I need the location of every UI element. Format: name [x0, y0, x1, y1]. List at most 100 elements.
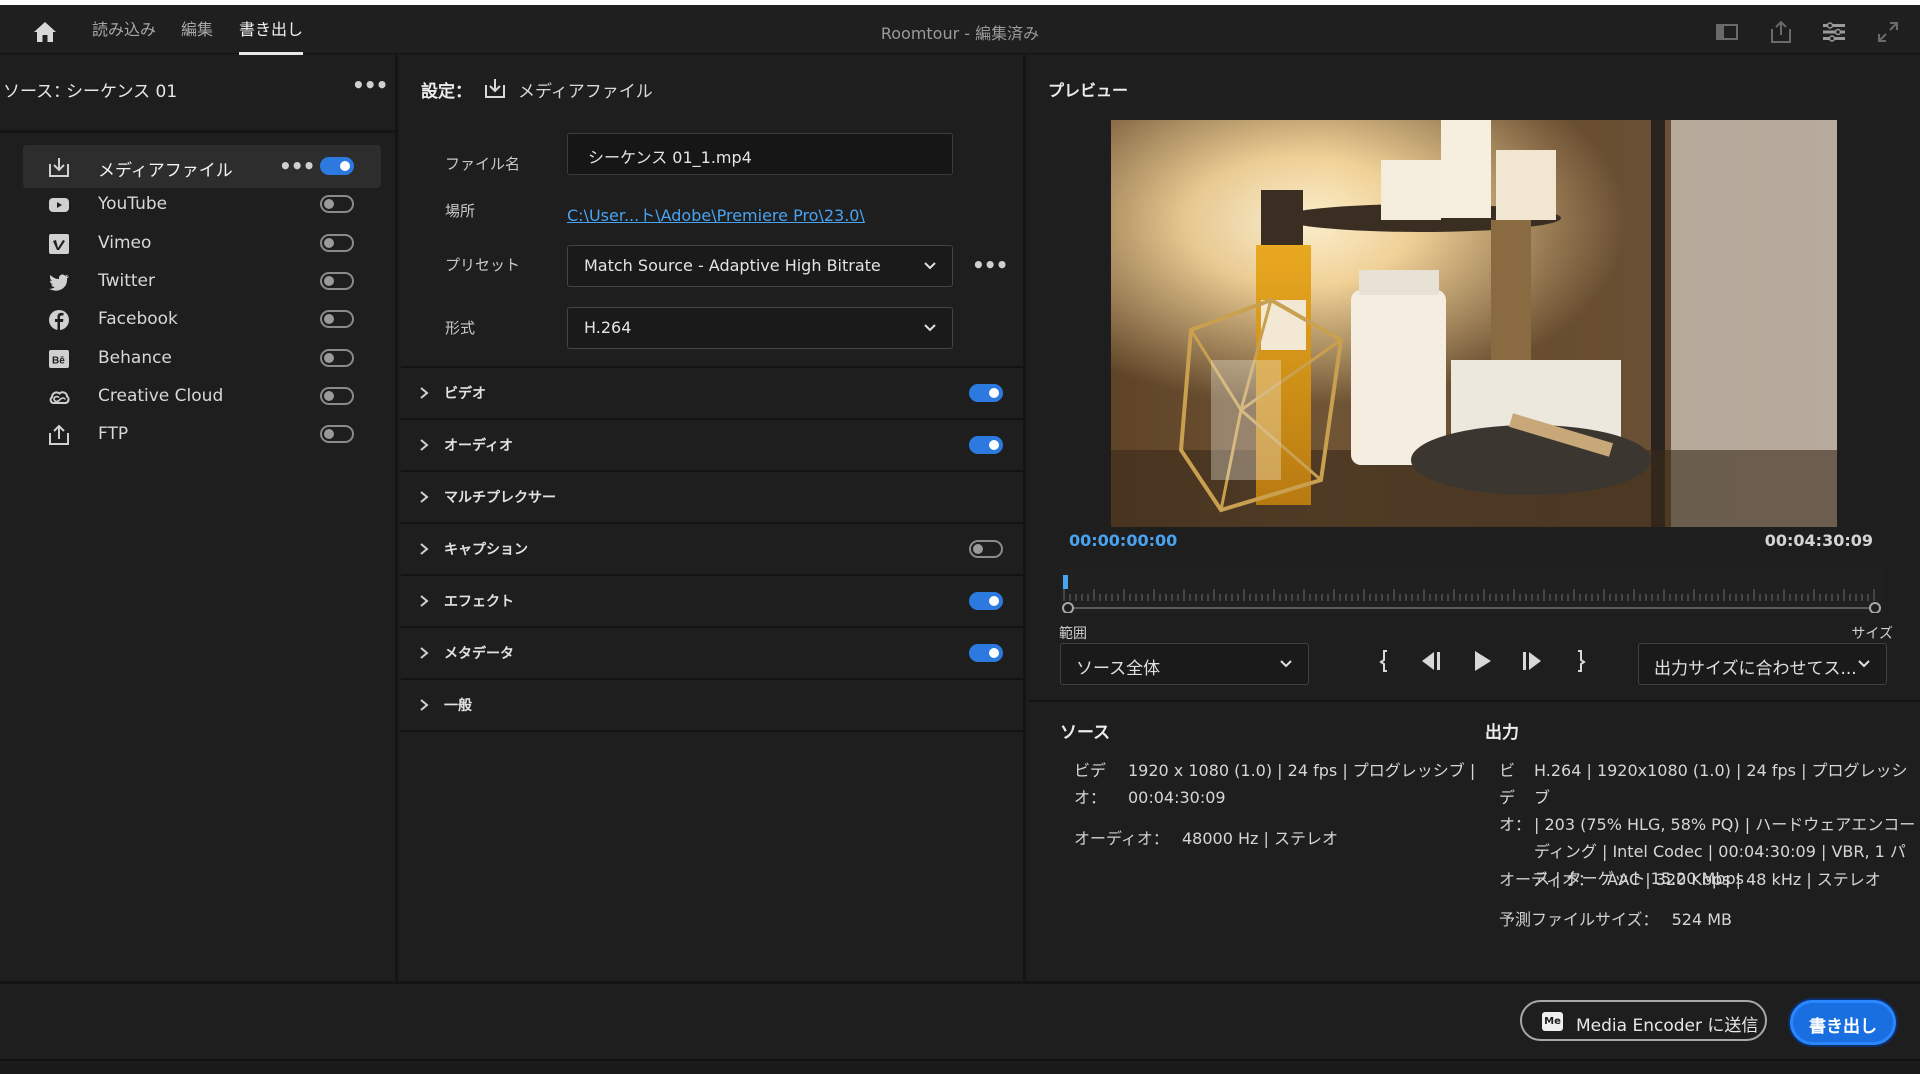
step-back-icon[interactable]	[1411, 641, 1451, 681]
chevron-right-icon	[417, 645, 431, 661]
media-file-export-icon	[47, 155, 71, 179]
destination-more-icon[interactable]: •••	[279, 154, 315, 178]
destination-item-facebook[interactable]: Facebook	[23, 298, 381, 341]
toggle-knob	[324, 352, 334, 363]
export-window: 読み込み 編集 書き出し Roomtour - 編集済み ソース： シーケンス …	[0, 0, 1920, 1074]
destination-label: Behance	[98, 347, 172, 368]
toggle-knob	[989, 440, 999, 450]
fullscreen-icon[interactable]	[1875, 19, 1901, 45]
settings-section[interactable]: キャプション	[401, 522, 1023, 574]
filename-value: シーケンス 01_1.mp4	[588, 148, 752, 167]
mark-in-icon[interactable]	[1365, 641, 1405, 681]
format-select[interactable]: H.264	[567, 307, 953, 349]
settings-section-toggle[interactable]	[969, 540, 1003, 558]
settings-section-label: 一般	[444, 698, 472, 714]
preview-video-frame	[1111, 120, 1837, 527]
source-more-icon[interactable]: •••	[352, 73, 388, 97]
workspace-menu-icon[interactable]	[1821, 19, 1847, 45]
destination-toggle[interactable]	[320, 386, 354, 405]
destination-toggle[interactable]	[320, 348, 354, 367]
destination-item-メディアファイル[interactable]: メディアファイル •••	[23, 145, 381, 188]
panel-layout-icon[interactable]	[1714, 19, 1740, 45]
tab-import[interactable]: 読み込み	[92, 17, 156, 47]
preview-timeline-ruler[interactable]	[1060, 567, 1883, 614]
settings-section[interactable]: エフェクト	[401, 574, 1023, 626]
home-icon[interactable]	[30, 17, 60, 47]
project-status: - 編集済み	[959, 24, 1040, 43]
destination-item-twitter[interactable]: Twitter	[23, 260, 381, 303]
range-select[interactable]: ソース全体	[1060, 643, 1309, 685]
settings-section[interactable]: オーディオ	[401, 418, 1023, 470]
destination-item-behance[interactable]: Bē Behance	[23, 337, 381, 380]
destination-label: Creative Cloud	[98, 385, 224, 406]
step-forward-icon[interactable]	[1512, 641, 1552, 681]
send-to-media-encoder-button[interactable]: Me Media Encoder に送信	[1520, 1000, 1767, 1041]
play-icon[interactable]	[1462, 641, 1502, 681]
toggle-knob	[340, 161, 350, 171]
filename-input[interactable]: シーケンス 01_1.mp4	[567, 133, 953, 175]
info-divider	[1029, 700, 1920, 702]
output-video-line: | 203 (75% HLG, 58% PQ) | ハードウェアエンコー	[1534, 815, 1916, 834]
size-label: サイズ	[1851, 626, 1893, 642]
filesize-key: 予測ファイルサイズ：	[1499, 910, 1659, 929]
settings-section-toggle[interactable]	[969, 592, 1003, 610]
output-video-line: H.264 | 1920x1080 (1.0) | 24 fps | プログレッ…	[1534, 761, 1908, 807]
destination-toggle[interactable]	[320, 425, 354, 444]
range-label: 範囲	[1059, 626, 1087, 642]
mark-out-icon[interactable]	[1560, 641, 1600, 681]
twitter-icon	[47, 270, 71, 294]
range-out-handle	[1869, 602, 1881, 614]
location-link[interactable]: C:\User...ト\Adobe\Premiere Pro\23.0\	[567, 202, 865, 226]
range-in-handle	[1062, 602, 1074, 614]
settings-section[interactable]: 一般	[401, 678, 1023, 730]
playhead	[1063, 575, 1068, 589]
destination-label: Vimeo	[98, 232, 152, 253]
media-encoder-icon: Me	[1542, 1012, 1563, 1031]
media-file-export-icon	[483, 76, 507, 100]
output-info-title: 出力	[1485, 723, 1519, 743]
destination-item-vimeo[interactable]: Vimeo	[23, 222, 381, 265]
destination-toggle[interactable]	[320, 195, 354, 214]
destination-item-youtube[interactable]: YouTube	[23, 183, 381, 226]
settings-section[interactable]: ビデオ	[401, 366, 1023, 418]
toggle-knob	[324, 390, 334, 401]
settings-section-toggle[interactable]	[969, 384, 1003, 402]
tab-edit[interactable]: 編集	[181, 17, 213, 47]
behance-icon: Bē	[47, 347, 71, 371]
settings-section-toggle[interactable]	[969, 644, 1003, 662]
svg-text:Bē: Bē	[52, 355, 65, 366]
preset-more-icon[interactable]: •••	[972, 253, 1008, 277]
destination-toggle[interactable]	[320, 271, 354, 290]
destinations-panel: ソース： シーケンス 01 ••• メディアファイル ••• YouTube Vime…	[0, 55, 398, 981]
preset-select[interactable]: Match Source - Adaptive High Bitrate	[567, 245, 953, 287]
destination-item-ftp[interactable]: FTP	[23, 413, 381, 456]
source-sequence-name: シーケンス 01	[66, 82, 178, 102]
sections-divider	[401, 730, 1023, 732]
toggle-knob	[324, 199, 334, 210]
source-video-key-line: ビデ	[1074, 761, 1107, 780]
size-select[interactable]: 出力サイズに合わせてス...	[1638, 643, 1887, 685]
export-button[interactable]: 書き出し	[1790, 1000, 1896, 1045]
settings-panel: 設定： メディアファイル ファイル名 シーケンス 01_1.mp4 場所 C:\…	[401, 55, 1026, 981]
ftp-upload-icon	[47, 423, 71, 447]
settings-section[interactable]: マルチプレクサー	[401, 470, 1023, 522]
source-video-key: ビデ オ：	[1074, 757, 1106, 811]
settings-section-label: メタデータ	[444, 646, 514, 662]
chevron-right-icon	[417, 489, 431, 505]
output-audio-value: AAC | 320 Kbps | 48 kHz | ステレオ	[1606, 870, 1881, 889]
settings-section-toggle[interactable]	[969, 436, 1003, 454]
size-value: 出力サイズに合わせてス...	[1654, 659, 1857, 679]
settings-section-label: ビデオ	[444, 386, 486, 402]
source-video-info: 1920 x 1080 (1.0) | 24 fps | プログレッシブ | 0…	[1128, 757, 1475, 811]
destination-toggle[interactable]	[320, 157, 354, 175]
output-video-line: ディング | Intel Codec | 00:04:30:09 | VBR, …	[1534, 842, 1906, 861]
share-icon[interactable]	[1768, 19, 1794, 45]
top-bar: 読み込み 編集 書き出し Roomtour - 編集済み	[0, 0, 1920, 55]
destination-toggle[interactable]	[320, 310, 354, 329]
tab-export[interactable]: 書き出し	[239, 17, 304, 55]
destination-toggle[interactable]	[320, 233, 354, 252]
settings-section[interactable]: メタデータ	[401, 626, 1023, 678]
destination-item-creative-cloud[interactable]: Creative Cloud	[23, 375, 381, 418]
chevron-right-icon	[417, 593, 431, 609]
preset-label: プリセット	[445, 256, 521, 274]
